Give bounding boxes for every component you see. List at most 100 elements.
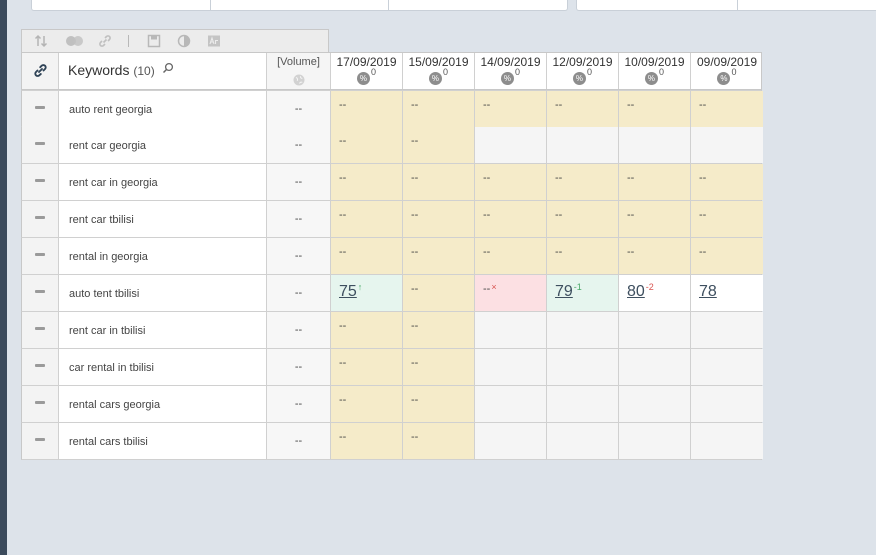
sort-icon[interactable]	[34, 34, 48, 48]
date-column-header[interactable]: 12/09/2019 %0	[547, 53, 619, 89]
top-filter-box-right[interactable]	[576, 0, 876, 11]
position-cell[interactable]	[475, 423, 547, 459]
position-cell[interactable]: --	[403, 349, 475, 385]
position-cell[interactable]	[619, 423, 691, 459]
keyword-cell[interactable]: rental cars tbilisi	[59, 423, 267, 459]
minus-icon[interactable]	[35, 106, 45, 109]
minus-icon[interactable]	[35, 216, 45, 219]
chain-link-icon[interactable]	[33, 63, 48, 78]
position-cell[interactable]: --	[475, 201, 547, 237]
date-column-header[interactable]: 15/09/2019 %0	[403, 53, 475, 89]
keyword-cell[interactable]: rent car georgia	[59, 127, 267, 163]
percent-badge[interactable]: %0	[717, 67, 737, 88]
position-cell[interactable]: --	[331, 312, 403, 348]
position-cell[interactable]: --	[547, 164, 619, 200]
position-cell[interactable]	[547, 312, 619, 348]
minus-icon[interactable]	[35, 142, 45, 145]
position-cell[interactable]	[475, 386, 547, 422]
header-link-cell[interactable]	[22, 53, 59, 89]
position-cell[interactable]	[547, 386, 619, 422]
position-cell[interactable]: 79-1	[547, 275, 619, 311]
position-cell[interactable]: 78	[691, 275, 763, 311]
minus-icon[interactable]	[35, 179, 45, 182]
position-cell[interactable]: --	[475, 238, 547, 274]
position-cell[interactable]: --	[619, 201, 691, 237]
row-remove-handle[interactable]	[22, 349, 59, 385]
keyword-cell[interactable]: car rental in tbilisi	[59, 349, 267, 385]
row-remove-handle[interactable]	[22, 386, 59, 422]
position-cell[interactable]: --	[403, 312, 475, 348]
date-column-header[interactable]: 10/09/2019 %0	[619, 53, 691, 89]
position-cell[interactable]: --	[403, 164, 475, 200]
position-value[interactable]: 79	[555, 283, 573, 300]
position-cell[interactable]	[691, 127, 763, 163]
position-cell[interactable]: --	[403, 238, 475, 274]
keyword-cell[interactable]: rental in georgia	[59, 238, 267, 274]
keyword-cell[interactable]: rent car in georgia	[59, 164, 267, 200]
position-cell[interactable]	[475, 312, 547, 348]
row-remove-handle[interactable]	[22, 127, 59, 163]
row-remove-handle[interactable]	[22, 91, 59, 127]
position-value[interactable]: 78	[699, 283, 717, 300]
save-icon[interactable]	[147, 34, 161, 48]
position-cell[interactable]: --	[691, 201, 763, 237]
row-remove-handle[interactable]	[22, 201, 59, 237]
position-cell[interactable]: --	[547, 238, 619, 274]
percent-badge[interactable]: %0	[356, 67, 376, 88]
position-cell[interactable]: 80-2	[619, 275, 691, 311]
position-cell[interactable]: --	[331, 127, 403, 163]
percent-badge[interactable]: %0	[644, 67, 664, 88]
position-cell[interactable]: --	[619, 164, 691, 200]
position-cell[interactable]: --	[331, 386, 403, 422]
minus-icon[interactable]	[35, 253, 45, 256]
position-cell[interactable]: --	[403, 201, 475, 237]
position-cell[interactable]: --	[691, 91, 763, 127]
minus-icon[interactable]	[35, 438, 45, 441]
row-remove-handle[interactable]	[22, 423, 59, 459]
position-cell[interactable]: --	[403, 275, 475, 311]
position-cell[interactable]: --	[331, 201, 403, 237]
row-remove-handle[interactable]	[22, 238, 59, 274]
percent-badge[interactable]: %0	[500, 67, 520, 88]
position-cell[interactable]: --	[691, 238, 763, 274]
position-cell[interactable]	[547, 349, 619, 385]
position-cell[interactable]	[691, 312, 763, 348]
keyword-cell[interactable]: rental cars georgia	[59, 386, 267, 422]
position-cell[interactable]: --	[403, 91, 475, 127]
position-cell[interactable]: --	[547, 201, 619, 237]
position-cell[interactable]: --	[331, 164, 403, 200]
position-cell[interactable]	[619, 349, 691, 385]
position-cell[interactable]: --	[691, 164, 763, 200]
position-cell[interactable]	[619, 386, 691, 422]
position-cell[interactable]	[691, 349, 763, 385]
row-remove-handle[interactable]	[22, 275, 59, 311]
position-cell[interactable]: --	[547, 91, 619, 127]
position-cell[interactable]: --×	[475, 275, 547, 311]
position-cell[interactable]: --	[331, 91, 403, 127]
percent-badge[interactable]: %0	[572, 67, 592, 88]
link-icon[interactable]	[98, 34, 112, 48]
position-cell[interactable]	[691, 386, 763, 422]
row-remove-handle[interactable]	[22, 312, 59, 348]
position-cell[interactable]: --	[331, 423, 403, 459]
toggle-icon[interactable]	[65, 34, 85, 48]
keyword-cell[interactable]: rent car tbilisi	[59, 201, 267, 237]
minus-icon[interactable]	[35, 290, 45, 293]
position-value[interactable]: 80	[627, 283, 645, 300]
position-cell[interactable]	[619, 312, 691, 348]
position-cell[interactable]	[547, 423, 619, 459]
search-icon[interactable]	[162, 61, 174, 77]
position-cell[interactable]: --	[403, 386, 475, 422]
date-column-header[interactable]: 17/09/2019 %0	[331, 53, 403, 89]
position-cell[interactable]: --	[619, 238, 691, 274]
font-icon[interactable]	[207, 34, 221, 48]
keyword-cell[interactable]: rent car in tbilisi	[59, 312, 267, 348]
position-cell[interactable]: --	[403, 423, 475, 459]
keywords-column-header[interactable]: Keywords (10)	[59, 53, 267, 89]
minus-icon[interactable]	[35, 327, 45, 330]
position-cell[interactable]: 75↑	[331, 275, 403, 311]
date-column-header[interactable]: 09/09/2019 %0	[691, 53, 763, 89]
volume-column-header[interactable]: [Volume]	[267, 53, 331, 89]
date-column-header[interactable]: 14/09/2019 %0	[475, 53, 547, 89]
position-cell[interactable]	[619, 127, 691, 163]
